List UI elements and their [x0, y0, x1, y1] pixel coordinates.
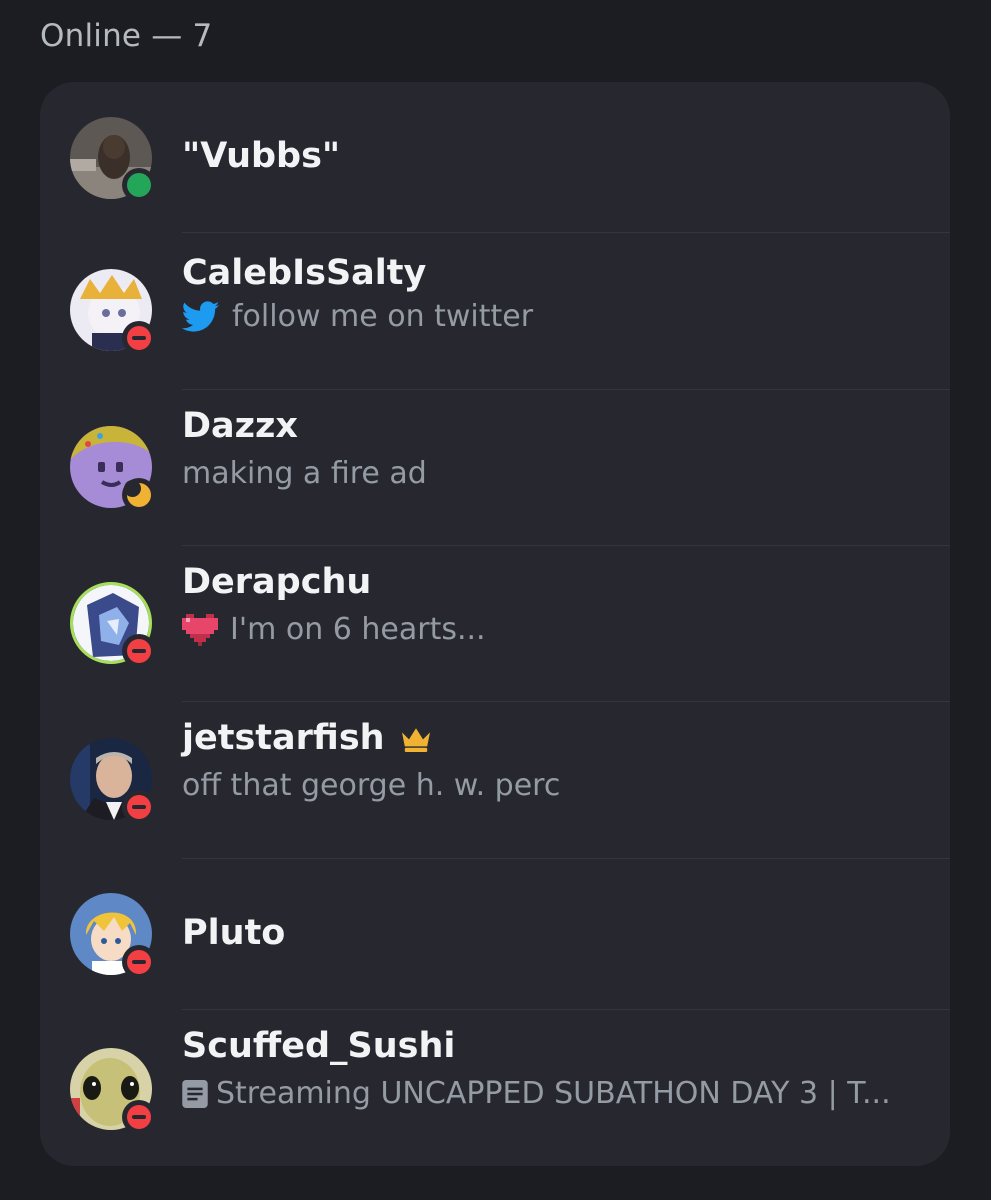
member-name: CalebIsSalty [182, 253, 427, 293]
member-name: Pluto [182, 913, 286, 953]
member-row[interactable]: Dazzx making a fire ad [40, 390, 950, 545]
document-icon [182, 1079, 208, 1108]
member-name: Derapchu [182, 562, 372, 602]
member-row[interactable]: jetstarfish off that george h. w. perc [40, 702, 950, 858]
member-name: Dazzx [182, 406, 298, 446]
member-name: "Vubbs" [182, 136, 341, 176]
status-dnd-indicator [122, 634, 156, 668]
member-row[interactable]: "Vubbs" [40, 82, 950, 232]
member-row[interactable]: CalebIsSalty follow me on twitter [40, 233, 950, 389]
member-name: Scuffed_Sushi [182, 1026, 456, 1066]
status-idle-indicator [122, 478, 156, 512]
member-list: "Vubbs" CalebIsSalty follow me on twitte… [40, 82, 950, 1166]
status-online-indicator [122, 168, 156, 202]
member-row[interactable]: Scuffed_Sushi Streaming UNCAPPED SUBATHO… [40, 1010, 950, 1166]
pixel-heart-icon [182, 613, 218, 646]
status-dnd-indicator [122, 321, 156, 355]
member-row[interactable]: Derapchu I'm on 6 hearts... [40, 546, 950, 701]
member-activity: follow me on twitter [182, 299, 533, 334]
status-dnd-indicator [122, 945, 156, 979]
status-dnd-indicator [122, 790, 156, 824]
member-activity: Streaming UNCAPPED SUBATHON DAY 3 | T... [182, 1076, 891, 1111]
status-dnd-indicator [122, 1100, 156, 1134]
member-row[interactable]: Pluto [40, 859, 950, 1009]
member-activity: making a fire ad [182, 456, 427, 491]
section-header-online: Online — 7 [40, 18, 213, 54]
crown-icon [401, 728, 430, 752]
member-activity: off that george h. w. perc [182, 768, 561, 803]
member-name: jetstarfish [182, 718, 433, 758]
twitter-bird-icon [182, 300, 220, 333]
member-activity: I'm on 6 hearts... [182, 612, 486, 647]
